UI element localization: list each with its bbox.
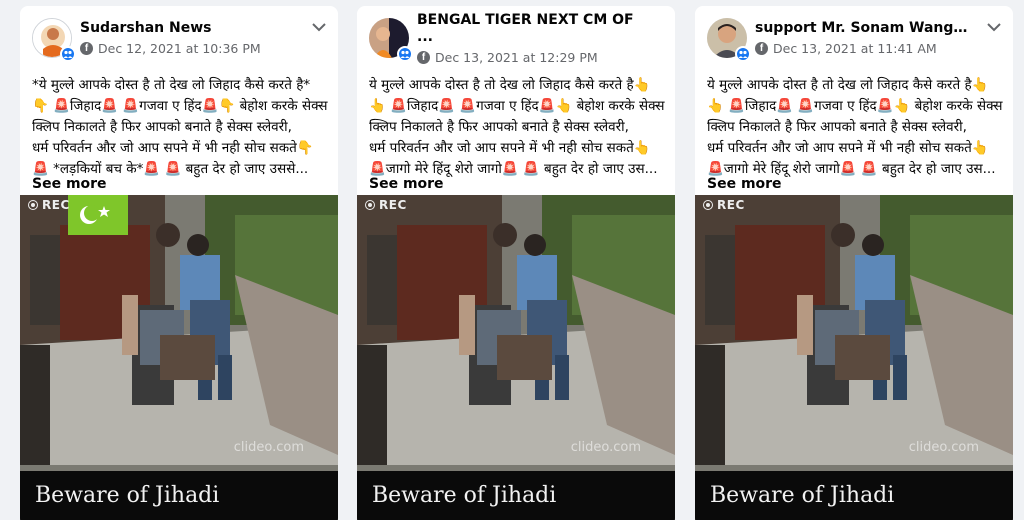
video-caption-bar: Beware of Jihadi xyxy=(357,471,675,520)
rec-label: REC xyxy=(717,198,745,212)
post-text-line: धर्म परिवर्तन और जो आप सपने में भी नही स… xyxy=(32,140,314,156)
video-player[interactable]: REC clideo.com Beware of Jihadi xyxy=(695,195,1013,520)
rec-icon xyxy=(28,200,38,210)
video-caption: Beware of Jihadi xyxy=(35,483,220,508)
group-badge-icon xyxy=(60,46,76,62)
see-more-link[interactable]: See more xyxy=(32,176,107,192)
post-text: ये मुल्ले आपके दोस्त है तो देख लो जिहाद … xyxy=(369,75,669,180)
post-timestamp[interactable]: Dec 12, 2021 at 10:36 PM xyxy=(98,41,261,56)
globe-icon: f xyxy=(755,42,768,55)
post-meta: f Dec 13, 2021 at 11:41 AM xyxy=(755,41,937,56)
post-text-line: 👆 🚨जिहाद🚨 🚨गजवा ए हिंद🚨👆 बेहोश करके सेक्… xyxy=(369,98,665,114)
post-timestamp[interactable]: Dec 13, 2021 at 11:41 AM xyxy=(773,41,937,56)
post-text-line: 👇 🚨जिहाद🚨 🚨गजवा ए हिंद🚨👇 बेहोश करके सेक्… xyxy=(32,98,328,114)
rec-indicator: REC xyxy=(28,198,70,212)
video-caption-bar: Beware of Jihadi xyxy=(695,471,1013,520)
post-text: *ये मुल्ले आपके दोस्त है तो देख लो जिहाद… xyxy=(32,75,332,180)
video-caption-bar: Beware of Jihadi xyxy=(20,471,338,520)
video-watermark: clideo.com xyxy=(570,440,641,455)
post-text-line: *ये मुल्ले आपके दोस्त है तो देख लो जिहाद… xyxy=(32,77,311,93)
video-watermark: clideo.com xyxy=(233,440,304,455)
rec-indicator: REC xyxy=(365,198,407,212)
post-meta: f Dec 12, 2021 at 10:36 PM xyxy=(80,41,261,56)
green-flag-image xyxy=(68,195,128,235)
video-player[interactable]: REC clideo.com Beware of Jihadi xyxy=(20,195,338,520)
chevron-down-icon[interactable] xyxy=(310,20,328,34)
author-name[interactable]: BENGAL TIGER NEXT CM OF ... xyxy=(417,12,637,46)
post-text: ये मुल्ले आपके दोस्त है तो देख लो जिहाद … xyxy=(707,75,1007,180)
see-more-link[interactable]: See more xyxy=(707,176,782,192)
globe-icon: f xyxy=(80,42,93,55)
post-text-line: धर्म परिवर्तन और जो आप सपने में भी नही स… xyxy=(369,140,651,156)
rec-label: REC xyxy=(379,198,407,212)
post-text-line: ये मुल्ले आपके दोस्त है तो देख लो जिहाद … xyxy=(369,77,651,93)
see-more-link[interactable]: See more xyxy=(369,176,444,192)
group-badge-icon xyxy=(397,46,413,62)
rec-indicator: REC xyxy=(703,198,745,212)
globe-icon: f xyxy=(417,51,430,64)
chevron-down-icon[interactable] xyxy=(985,20,1003,34)
post-text-line: ये मुल्ले आपके दोस्त है तो देख लो जिहाद … xyxy=(707,77,989,93)
post-text-line: क्लिप निकालते है फिर आपको बनाते है सेक्स… xyxy=(32,119,292,135)
post-meta: f Dec 13, 2021 at 12:29 PM xyxy=(417,50,598,65)
video-caption: Beware of Jihadi xyxy=(710,483,895,508)
post-timestamp[interactable]: Dec 13, 2021 at 12:29 PM xyxy=(435,50,598,65)
post-text-line: 👆 🚨जिहाद🚨 🚨गजवा ए हिंद🚨👆 बेहोश करके सेक्… xyxy=(707,98,1003,114)
video-caption: Beware of Jihadi xyxy=(372,483,557,508)
group-badge-icon xyxy=(735,46,751,62)
post-text-line: धर्म परिवर्तन और जो आप सपने में भी नही स… xyxy=(707,140,989,156)
post-text-line: क्लिप निकालते है फिर आपको बनाते है सेक्स… xyxy=(707,119,967,135)
rec-icon xyxy=(703,200,713,210)
post-card: Sudarshan News f Dec 12, 2021 at 10:36 P… xyxy=(20,6,338,520)
rec-label: REC xyxy=(42,198,70,212)
author-name[interactable]: Sudarshan News xyxy=(80,20,300,37)
video-player[interactable]: REC clideo.com Beware of Jihadi xyxy=(357,195,675,520)
post-card: support Mr. Sonam Wangch... f Dec 13, 20… xyxy=(695,6,1013,520)
post-card: BENGAL TIGER NEXT CM OF ... f Dec 13, 20… xyxy=(357,6,675,520)
author-name[interactable]: support Mr. Sonam Wangch... xyxy=(755,20,975,37)
rec-icon xyxy=(365,200,375,210)
post-text-line: क्लिप निकालते है फिर आपको बनाते है सेक्स… xyxy=(369,119,629,135)
video-watermark: clideo.com xyxy=(908,440,979,455)
